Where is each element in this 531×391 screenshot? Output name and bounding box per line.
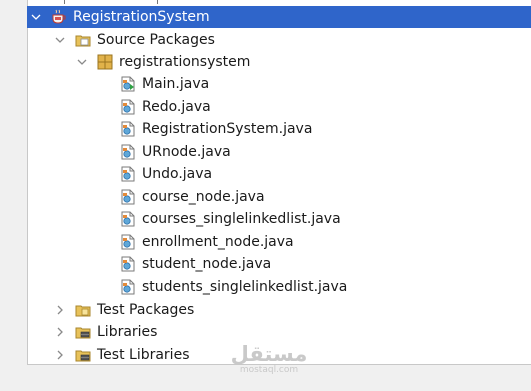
tree-node-file[interactable]: student_node.java [27, 253, 531, 275]
file-label: students_singlelinkedlist.java [142, 278, 348, 295]
chevron-right-icon[interactable] [53, 325, 67, 339]
folder-label: Libraries [97, 324, 158, 340]
coffee-cup-project-icon [51, 9, 67, 25]
package-label: registrationsystem [119, 54, 251, 70]
tree-node-file[interactable]: RegistrationSystem.java [27, 118, 531, 140]
library-folder-icon [75, 347, 91, 363]
java-class-icon [120, 99, 136, 115]
tree-node-file[interactable]: courses_singlelinkedlist.java [27, 208, 531, 230]
java-class-icon [120, 256, 136, 272]
file-label: Undo.java [142, 166, 213, 182]
tree-node-file[interactable]: Undo.java [27, 163, 531, 185]
java-class-icon [120, 121, 136, 137]
chevron-down-icon[interactable] [75, 55, 89, 69]
watermark-arabic: مستقل [230, 342, 308, 366]
project-label: RegistrationSystem [73, 9, 210, 25]
file-label: courses_singlelinkedlist.java [142, 211, 341, 227]
java-class-icon [120, 144, 136, 160]
tree-node-file[interactable]: URnode.java [27, 141, 531, 163]
folder-label: Test Packages [97, 302, 195, 318]
tree-node-file[interactable]: course_node.java [27, 186, 531, 208]
tree-node-package[interactable]: registrationsystem [27, 51, 531, 73]
java-class-icon [120, 211, 136, 227]
file-label: RegistrationSystem.java [142, 121, 313, 137]
watermark-latin: mostaql.com [239, 365, 299, 375]
file-label: course_node.java [142, 188, 265, 205]
tree-node-source-packages[interactable]: Source Packages [27, 29, 531, 51]
tree-node-file[interactable]: Redo.java [27, 96, 531, 118]
chevron-down-icon[interactable] [29, 10, 43, 24]
java-class-icon [120, 166, 136, 182]
library-folder-icon [75, 324, 91, 340]
file-label: URnode.java [142, 143, 231, 160]
tree-node-libraries[interactable]: Libraries [27, 321, 531, 343]
chevron-right-icon[interactable] [53, 303, 67, 317]
chevron-right-icon[interactable] [53, 348, 67, 362]
tree-node-file[interactable]: enrollment_node.java [27, 231, 531, 253]
java-main-class-icon [120, 76, 136, 92]
java-class-icon [120, 279, 136, 295]
tree-node-project[interactable]: RegistrationSystem [27, 6, 531, 28]
tree-top-edge [28, 0, 531, 5]
test-folder-icon [75, 302, 91, 318]
java-class-icon [120, 189, 136, 205]
tree-node-test-packages[interactable]: Test Packages [27, 299, 531, 321]
tree-node-file[interactable]: students_singlelinkedlist.java [27, 276, 531, 298]
source-packages-label: Source Packages [97, 32, 215, 48]
file-label: enrollment_node.java [142, 233, 294, 250]
file-label: Redo.java [142, 98, 211, 115]
source-folder-icon [75, 32, 91, 48]
chevron-down-icon[interactable] [53, 33, 67, 47]
package-icon [97, 54, 113, 70]
folder-label: Test Libraries [97, 347, 190, 363]
file-label: Main.java [142, 76, 210, 92]
file-label: student_node.java [142, 256, 272, 272]
tree-node-file[interactable]: Main.java [27, 73, 531, 95]
java-class-icon [120, 234, 136, 250]
mostaql-watermark: مستقل mostaql.com [229, 343, 309, 375]
